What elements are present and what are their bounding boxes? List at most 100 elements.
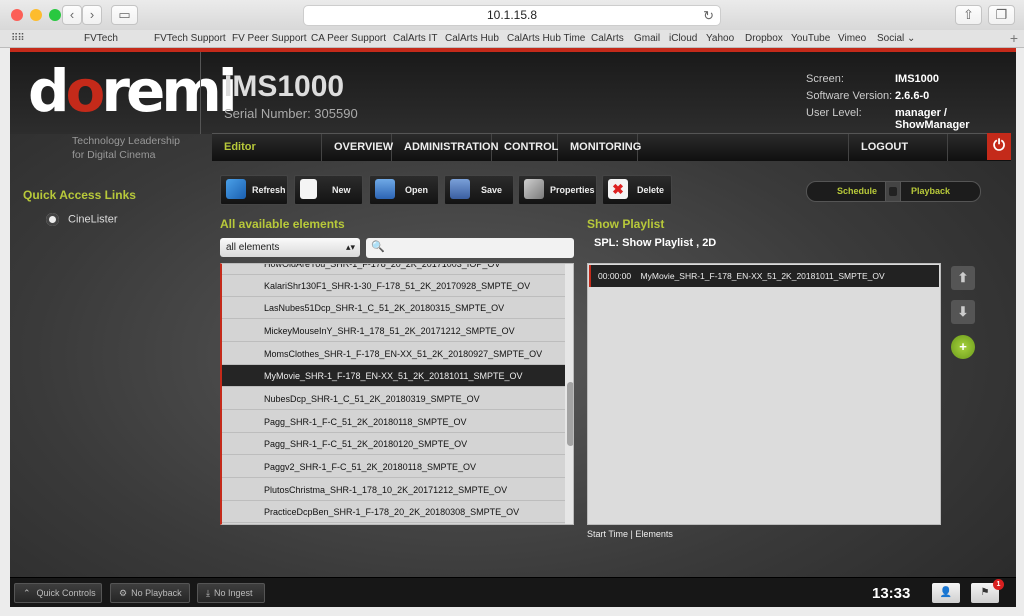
power-icon[interactable]: ⏻ [987,133,1011,160]
bookmark-item[interactable]: FV Peer Support [232,33,306,44]
playlist-row[interactable]: 00:00:00 MyMovie_SHR-1_F-178_EN-XX_51_2K… [589,265,939,287]
quick-controls-button[interactable]: ⌃ Quick Controls [14,583,102,603]
clock: 13:33 [872,585,911,602]
list-item[interactable]: Pagg_SHR-1_F-C_51_2K_20180118_SMPTE_OV [222,411,565,433]
bookmark-item[interactable]: FVTech Support [154,33,226,44]
ingest-status[interactable]: ⤓ No Ingest [197,583,265,603]
software-label: Software Version: [806,90,893,102]
playlist-row-name: MyMovie_SHR-1_F-178_EN-XX_51_2K_20181011… [640,271,885,281]
nav-editor[interactable]: Editor [212,134,322,161]
quick-controls-label: Quick Controls [36,588,96,598]
quick-link-label: CineLister [68,213,118,226]
list-item[interactable]: HowOldAreYou_SHR-1_F-178_20_2K_20171003_… [222,264,565,275]
quick-link-cinelister[interactable]: CineLister [46,213,118,226]
playlist-panel: 00:00:00 MyMovie_SHR-1_F-178_EN-XX_51_2K… [587,263,941,525]
refresh-button[interactable]: Refresh [220,175,288,205]
minimize-window-button[interactable] [30,9,42,21]
delete-button[interactable]: ✖ Delete [602,175,672,205]
bookmark-item[interactable]: iCloud [669,33,697,44]
nav-overview[interactable]: OVERVIEW [322,134,393,161]
mode-switch[interactable]: Schedule Playback [806,181,981,202]
refresh-icon [226,179,246,199]
software-value: 2.6.6-0 [895,90,930,102]
back-button[interactable]: ‹ [62,5,82,25]
address-bar[interactable]: 10.1.15.8 ↻ [303,5,721,26]
list-item-selected[interactable]: MyMovie_SHR-1_F-178_EN-XX_51_2K_20181011… [222,365,565,387]
bookmark-item[interactable]: Dropbox [745,33,783,44]
list-item[interactable]: KalariShr130F1_SHR-1-30_F-178_51_2K_2017… [222,275,565,297]
bookmark-item[interactable]: FVTech [84,33,118,44]
toggle-handle [889,187,897,196]
add-to-playlist-icon[interactable]: + [951,335,975,359]
close-window-button[interactable] [11,9,23,21]
nav-administration[interactable]: ADMINISTRATION [392,134,499,161]
bookmark-item[interactable]: CalArts Hub Time [507,33,585,44]
scrollbar-thumb[interactable] [567,382,573,446]
folder-icon [375,179,395,199]
playback-mode[interactable]: Playback [900,181,981,202]
top-sites-icon[interactable]: ⠿⠿ [11,33,25,44]
bookmark-item[interactable]: CalArts IT [393,33,437,44]
nav-logout[interactable]: LOGOUT [848,134,948,161]
schedule-mode[interactable]: Schedule [806,181,886,202]
save-button[interactable]: Save [444,175,514,205]
ingest-icon: ⤓ [206,588,210,598]
bookmark-item[interactable]: CalArts [591,33,624,44]
bookmark-item[interactable]: Yahoo [706,33,734,44]
list-item[interactable]: PlutosChristma_SHR-1_178_10_2K_20171212_… [222,479,565,501]
quick-access-title: Quick Access Links [23,188,136,202]
title-bar: ‹ › ▭ 10.1.15.8 ↻ ⇧ ❐ [0,0,1024,30]
move-up-icon[interactable]: ⬆ [951,266,975,290]
move-down-icon[interactable]: ⬇ [951,300,975,324]
spl-title: SPL: Show Playlist , 2D [594,237,717,249]
list-item[interactable]: Pagg_SHR-1_F-C_51_2K_20180120_SMPTE_OV [222,433,565,455]
bookmark-item[interactable]: CalArts Hub [445,33,499,44]
reel-icon: ⚙ [119,588,128,598]
new-document-icon [300,179,317,199]
list-item[interactable]: Paggv2_SHR-1_F-C_51_2K_20180118_SMPTE_OV [222,456,565,478]
bookmarks-bar: ⠿⠿ FVTech FVTech Support FV Peer Support… [0,30,1024,48]
list-item[interactable]: PracticeDcpBen_SHR-1_F-178_20_2K_2018030… [222,501,565,523]
playlist-row-time: 00:00:00 [598,271,632,281]
delete-label: Delete [637,185,665,195]
list-item[interactable]: MomsClothes_SHR-1_F-178_EN-XX_51_2K_2018… [222,343,565,365]
user-icon[interactable]: 👤 [932,583,960,603]
list-item[interactable]: NubesDcp_SHR-1_C_51_2K_20180319_SMPTE_OV [222,388,565,410]
bookmark-item[interactable]: CA Peer Support [311,33,386,44]
user-level-value: manager / ShowManager [895,107,970,131]
element-filter-select[interactable]: all elements ▴▾ [220,238,360,257]
element-search-input[interactable]: 🔍 [366,238,574,258]
playback-status[interactable]: ⚙ No Playback [110,583,190,603]
browser-window: ‹ › ▭ 10.1.15.8 ↻ ⇧ ❐ ⠿⠿ FVTech FVTech S… [0,0,1024,616]
nav-monitoring[interactable]: MONITORING [558,134,641,161]
sidebar-icon[interactable]: ▭ [111,5,138,25]
elements-title: All available elements [220,217,345,231]
bookmark-item[interactable]: Vimeo [838,33,866,44]
zoom-window-button[interactable] [49,9,61,21]
open-button[interactable]: Open [369,175,439,205]
main-nav: Editor OVERVIEW ADMINISTRATION CONTROL M… [212,133,1011,161]
elements-scrollbar[interactable] [565,264,573,524]
header-divider [200,52,201,134]
bookmark-item[interactable]: Social ⌄ [877,33,915,44]
list-item[interactable]: LasNubes51Dcp_SHR-1_C_51_2K_20180315_SMP… [222,297,565,319]
playlist-footer: Start Time | Elements [587,529,673,539]
logo-text-d: d [28,57,69,125]
nav-control[interactable]: CONTROL [492,134,558,161]
forward-button[interactable]: › [82,5,102,25]
open-label: Open [405,185,429,195]
bookmark-item[interactable]: YouTube [791,33,830,44]
logo-text-remi: remi [101,57,237,125]
new-button[interactable]: New [294,175,363,205]
mode-toggle-knob[interactable] [886,181,900,202]
film-reel-icon [46,213,59,226]
reload-icon[interactable]: ↻ [703,6,714,25]
tabs-icon[interactable]: ❐ [988,5,1015,25]
add-bookmark-icon[interactable]: + [1010,30,1018,46]
list-item[interactable]: MickeyMouseInY_SHR-1_178_51_2K_20171212_… [222,320,565,342]
share-icon[interactable]: ⇧ [955,5,982,25]
elements-list: HowOldAreYou_SHR-1_F-178_20_2K_20171003_… [220,263,574,525]
screen-value: IMS1000 [895,73,940,85]
bookmark-item[interactable]: Gmail [634,33,660,44]
properties-button[interactable]: Properties [518,175,597,205]
